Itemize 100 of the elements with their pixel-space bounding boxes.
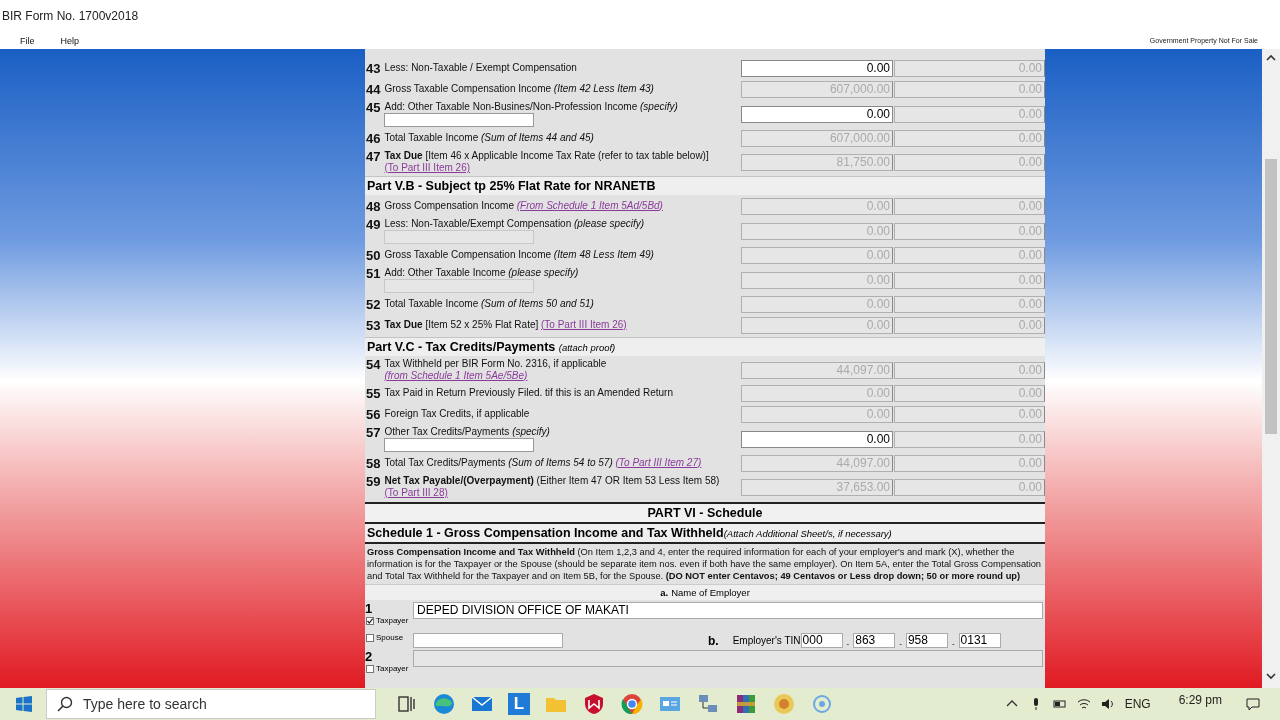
amount-field[interactable]: 0.00 (894, 81, 1045, 98)
item-label: Foreign Tax Credits, if applicable (384, 407, 531, 420)
volume-icon[interactable] (1100, 697, 1115, 711)
item-number: 51 (366, 267, 381, 281)
tin-field[interactable]: 000 (800, 633, 843, 648)
battery-icon[interactable] (1052, 697, 1067, 711)
item-number: 47 (366, 150, 381, 164)
checkbox-label: Taxpayer (376, 664, 409, 673)
notification-icon[interactable] (1246, 697, 1260, 711)
specify-field[interactable] (384, 230, 535, 244)
tin-field[interactable]: 0131 (958, 633, 1001, 648)
item-number: 44 (366, 82, 381, 97)
item-number: 2 (365, 650, 374, 664)
scroll-down-icon[interactable] (1265, 670, 1277, 682)
employer-name-field[interactable] (413, 650, 1043, 667)
spouse-name-field[interactable] (413, 633, 563, 648)
amount-field[interactable]: 607,000.00 (741, 81, 893, 98)
tin-field[interactable]: 863 (853, 633, 896, 648)
item-label: Other Tax Credits/Payments (specify) (384, 426, 551, 438)
amount-field[interactable]: 44,097.00 (741, 455, 893, 472)
specify-field[interactable] (384, 279, 535, 293)
link[interactable]: (From Schedule 1 Item 5Ad/5Bd) (516, 199, 663, 211)
menu-item[interactable]: Help (60, 35, 80, 46)
amount-field[interactable]: 0.00 (894, 406, 1045, 423)
specify-field[interactable] (384, 113, 535, 127)
amount-field[interactable]: 0.00 (894, 198, 1045, 215)
instructions-text: Gross Compensation Income and Tax Withheld (On Item 1,2,3 and 4, enter the required information for each of your employer's and mark (X), whether the information is for the Taxpayer or the Spouse (should be separate item nos. even if both have the same employer). On Item 5A, enter the Total Gross Compensation and Total Tax Withheld for the Taxpayer and on Item 5B, for the Spouse. (DO NOT enter Centavos; 49 Centavos or Less drop down; 50 or more round up) (366, 546, 1043, 583)
amount-field[interactable]: 0.00 (741, 198, 893, 215)
scrollbar[interactable] (1262, 49, 1280, 688)
clock[interactable]: 6:29 pm (1178, 693, 1222, 707)
link[interactable]: (To Part III 28) (384, 487, 448, 498)
amount-field[interactable]: 0.00 (741, 385, 893, 402)
link[interactable]: (To Part III Item 26) (541, 318, 627, 330)
archive-icon[interactable] (734, 692, 758, 716)
section-header: Part V.B - Subject tp 25% Flat Rate for NRANETB (365, 176, 1045, 195)
item-label: Less: Non-Taxable/Exempt Compensation (please specify) (384, 218, 646, 230)
amount-field[interactable]: 0.00 (741, 222, 893, 240)
amount-field[interactable]: 0.00 (894, 430, 1045, 448)
browser-icon[interactable] (432, 692, 456, 716)
amount-field[interactable]: 0.00 (741, 406, 893, 423)
item-number: 48 (366, 199, 381, 214)
amount-field[interactable]: 0.00 (741, 430, 893, 448)
item-number: 49 (366, 218, 381, 232)
link[interactable]: (from Schedule 1 Item 5Ae/5Be) (384, 370, 528, 381)
checkbox[interactable] (366, 616, 374, 625)
item-number: 43 (366, 61, 381, 76)
checkbox[interactable] (366, 664, 374, 673)
shield-icon[interactable] (582, 692, 606, 716)
item-label: Net Tax Payable/(Overpayment) (Either Item 47 OR Item 53 Less Item 58) (To Part III 28) (384, 475, 721, 499)
amount-field[interactable]: 0.00 (894, 385, 1045, 402)
amount-field[interactable]: 607,000.00 (741, 130, 893, 147)
app-tile-icon[interactable]: L (508, 693, 530, 715)
amount-field[interactable]: 0.00 (894, 361, 1045, 379)
windows-icon[interactable] (16, 696, 32, 712)
amount-field[interactable]: 0.00 (894, 153, 1045, 171)
amount-field[interactable]: 37,653.00 (741, 478, 893, 496)
search-field[interactable]: Type here to search (46, 689, 376, 719)
amount-field[interactable]: 0.00 (894, 60, 1045, 77)
badge-icon[interactable] (772, 692, 796, 716)
wifi-icon[interactable] (1076, 697, 1091, 711)
amount-field[interactable]: 0.00 (741, 271, 893, 289)
separator: - (951, 639, 955, 648)
amount-field[interactable]: 0.00 (894, 455, 1045, 472)
amount-field[interactable]: 0.00 (741, 60, 893, 77)
item-number: 46 (366, 131, 381, 146)
scroll-thumb[interactable] (1265, 159, 1277, 434)
amount-field[interactable]: 0.00 (894, 247, 1045, 264)
schedule-title: Schedule 1 - Gross Compensation Income and Tax Withheld(Attach Additional Sheet/s, if necessary) (365, 524, 1045, 544)
amount-field[interactable]: 0.00 (741, 105, 893, 123)
amount-field[interactable]: 0.00 (741, 317, 893, 334)
amount-field[interactable]: 0.00 (894, 130, 1045, 147)
item-number: 50 (366, 248, 381, 263)
item-label: Gross Taxable Compensation Income (Item 42 Less Item 43) (384, 82, 655, 95)
checkbox-label: Taxpayer (376, 616, 409, 625)
link[interactable]: (To Part III Item 27) (615, 456, 702, 468)
amount-field[interactable]: 0.00 (741, 247, 893, 264)
section-header: Part V.C - Tax Credits/Payments (attach proof) (365, 337, 1045, 356)
item-label: Add: Other Taxable Income (please specify) (384, 267, 580, 279)
amount-field[interactable]: 0.00 (894, 105, 1045, 123)
amount-field[interactable]: 0.00 (741, 296, 893, 313)
browser-icon[interactable] (620, 692, 644, 716)
tin-field[interactable]: 958 (905, 633, 948, 648)
item-number: 56 (366, 407, 381, 422)
item-label: Tax Due [Item 52 x 25% Flat Rate] (To Part III Item 26) (384, 318, 628, 331)
link[interactable]: (To Part III Item 26) (384, 162, 471, 173)
employer-name-field[interactable]: DEPED DIVISION OFFICE OF MAKATI (413, 602, 1043, 619)
amount-field[interactable]: 0.00 (894, 317, 1045, 334)
amount-field[interactable]: 0.00 (894, 222, 1045, 240)
specify-field[interactable] (384, 438, 535, 452)
checkbox[interactable] (366, 633, 374, 642)
item-number: 57 (366, 426, 381, 440)
amount-field[interactable]: 0.00 (894, 478, 1045, 496)
menu-item[interactable]: File (20, 35, 35, 46)
amount-field[interactable]: 0.00 (894, 271, 1045, 289)
amount-field[interactable]: 0.00 (894, 296, 1045, 313)
item-label: Total Taxable Income (Sum of Items 44 and 45) (384, 131, 595, 144)
amount-field[interactable]: 81,750.00 (741, 153, 893, 171)
amount-field[interactable]: 44,097.00 (741, 361, 893, 379)
language-indicator[interactable]: ENG (1124, 697, 1151, 711)
item-label: Total Tax Credits/Payments (Sum of Items 54 to 57) (To Part III Item 27) (384, 456, 703, 469)
